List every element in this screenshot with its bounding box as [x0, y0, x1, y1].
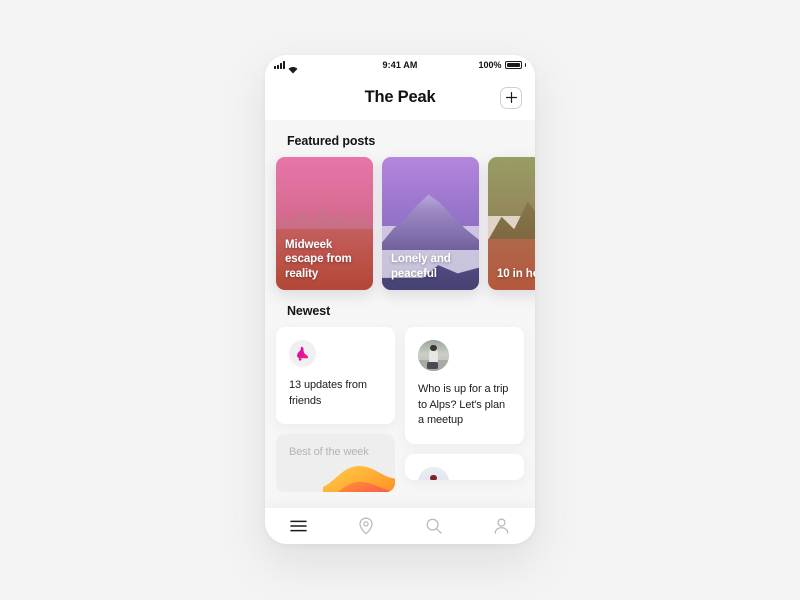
search-icon	[426, 518, 442, 534]
tab-search[interactable]	[400, 508, 468, 544]
plus-icon	[505, 92, 517, 103]
content-scroll-area[interactable]: Featured posts Midweek escape from reali…	[265, 120, 535, 508]
hamburger-menu-icon	[290, 520, 307, 532]
location-pin-icon	[359, 517, 373, 535]
status-bar: 9:41 AM 100%	[265, 55, 535, 75]
featured-card[interactable]: Midweek escape from reality	[276, 157, 373, 290]
tab-menu[interactable]	[265, 508, 333, 544]
featured-carousel[interactable]: Midweek escape from reality Lonely and p…	[265, 157, 535, 290]
promo-card[interactable]: Best of the week	[276, 434, 395, 493]
avatar	[418, 340, 449, 371]
list-item[interactable]	[405, 453, 524, 480]
avatar	[418, 466, 449, 480]
featured-card[interactable]: Lonely and peaceful	[382, 157, 479, 290]
newest-section-title: Newest	[287, 304, 331, 318]
featured-card-title: Lonely and peaceful	[391, 253, 451, 280]
list-item[interactable]: Who is up for a trip to Alps? Let's plan…	[405, 327, 524, 444]
battery-full-icon	[504, 60, 522, 70]
newest-grid: 13 updates from friends Best of the week	[265, 327, 535, 493]
bell-icon	[297, 346, 309, 361]
person-icon	[494, 518, 509, 534]
featured-card-title: 10 in hours	[497, 267, 535, 280]
list-item-text: Who is up for a trip to Alps? Let's plan…	[418, 383, 509, 427]
orange-wave-graphic	[323, 466, 395, 493]
featured-card-title: Midweek escape from reality	[285, 238, 352, 280]
list-item[interactable]: 13 updates from friends	[276, 327, 395, 425]
page-title: The Peak	[364, 88, 436, 106]
phone-frame: 9:41 AM 100% The Peak Featured posts Mid…	[265, 55, 535, 544]
screenshot-stage: 9:41 AM 100% The Peak Featured posts Mid…	[0, 0, 800, 600]
notification-icon-badge	[289, 340, 316, 367]
status-bar-clock: 9:41 AM	[382, 60, 418, 70]
newest-column-right: Who is up for a trip to Alps? Let's plan…	[405, 327, 524, 492]
app-header: The Peak	[265, 75, 535, 120]
featured-card[interactable]: 10 in hours	[488, 157, 535, 290]
add-post-button[interactable]	[500, 86, 522, 109]
tab-places[interactable]	[333, 508, 401, 544]
tab-profile[interactable]	[468, 508, 536, 544]
bottom-tab-bar	[265, 508, 535, 544]
featured-section-title: Featured posts	[287, 134, 376, 148]
newest-column-left: 13 updates from friends Best of the week	[276, 327, 395, 493]
list-item-text: 13 updates from friends	[289, 379, 367, 407]
